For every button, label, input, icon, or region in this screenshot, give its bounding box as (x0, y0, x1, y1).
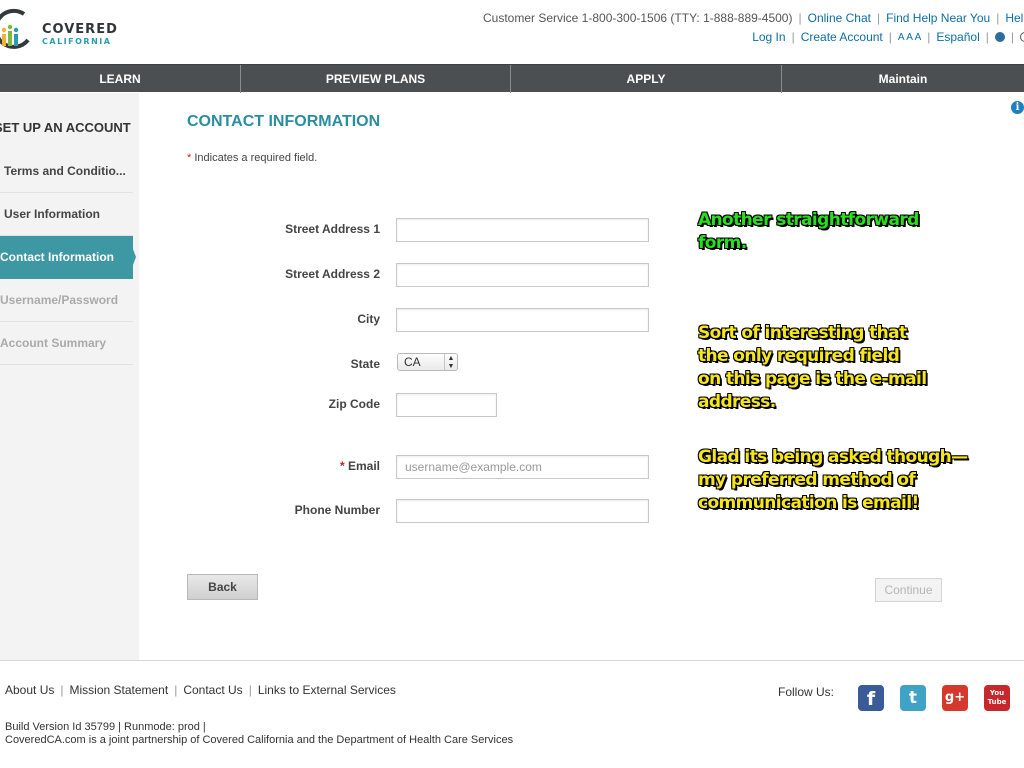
state-select-value: CA (404, 355, 421, 369)
back-button[interactable]: Back (187, 574, 258, 600)
active-step-arrow (128, 236, 136, 278)
street-address-1-input[interactable] (396, 218, 649, 242)
footer-link-about-us[interactable]: About Us (5, 683, 54, 697)
build-version-text: Build Version Id 35799 | Runmode: prod | (5, 721, 206, 733)
create-account-link[interactable]: Create Account (801, 30, 883, 44)
city-input[interactable] (396, 308, 649, 332)
logo-text-california: CALIFORNIA (42, 37, 112, 46)
zip-code-input[interactable] (396, 393, 497, 417)
print-icon[interactable] (1020, 32, 1024, 42)
utility-bar-bottom: Log In | Create Account | A A A | Español | | (752, 30, 1024, 44)
info-icon[interactable]: i (1011, 101, 1024, 114)
footer: About Us | Mission Statement | Contact Us | Li… (0, 660, 1024, 768)
email-label: * Email (180, 459, 380, 473)
sidebar-item-account-summary: Account Summary (0, 322, 133, 365)
email-label-text: Email (347, 459, 380, 473)
youtube-icon-line2: Tube (987, 698, 1007, 706)
twitter-icon[interactable]: t (900, 685, 926, 711)
follow-us-label: Follow Us: (778, 685, 835, 699)
sidebar-item-user-information[interactable]: User Information (0, 193, 133, 236)
partnership-text: CoveredCA.com is a joint partnership of … (5, 734, 514, 746)
footer-link-contact-us[interactable]: Contact Us (183, 683, 242, 697)
covered-california-logo[interactable]: COVERED CALIFORNIA (0, 6, 130, 56)
logo-text-covered: COVERED (42, 22, 118, 37)
globe-icon[interactable] (994, 32, 1005, 42)
log-in-link[interactable]: Log In (752, 30, 785, 44)
footer-link-external-services[interactable]: Links to External Services (258, 683, 396, 697)
online-chat-link[interactable]: Online Chat (808, 11, 871, 25)
google-plus-icon[interactable]: g+ (942, 685, 968, 711)
phone-number-input[interactable] (396, 499, 649, 523)
facebook-icon[interactable]: f (858, 685, 884, 711)
required-star: * (187, 152, 192, 164)
phone-number-label: Phone Number (294, 503, 380, 517)
annotation-note-3: Glad its being asked though— my preferre… (698, 447, 969, 514)
footer-link-mission-statement[interactable]: Mission Statement (69, 683, 168, 697)
utility-bar-top: Customer Service 1-800-300-1506 (TTY: 1-… (483, 11, 1024, 25)
customer-service-text: Customer Service 1-800-300-1506 (TTY: 1-… (482, 11, 793, 25)
required-field-note: * Indicates a required field. (187, 152, 317, 164)
email-input[interactable] (396, 455, 649, 479)
text-size-control[interactable]: A A A (898, 32, 921, 43)
street-address-2-input[interactable] (396, 263, 649, 287)
annotation-note-1: Another straightforward form. (698, 210, 920, 254)
nav-preview-plans[interactable]: PREVIEW PLANS (241, 65, 511, 93)
nav-apply[interactable]: APPLY (511, 65, 782, 93)
nav-learn[interactable]: LEARN (0, 65, 241, 93)
youtube-icon-line1: You (989, 689, 1005, 697)
email-required-star: * (339, 459, 345, 473)
sidebar: SET UP AN ACCOUNT Terms and Conditio... … (0, 93, 139, 660)
street-address-1-label: Street Address 1 (285, 222, 380, 236)
state-select[interactable]: CA ▲ ▼ (397, 353, 458, 371)
logo-mark-icon (0, 8, 30, 49)
select-arrows-icon: ▲ ▼ (444, 354, 457, 370)
street-address-2-label: Street Address 2 (285, 267, 380, 281)
find-help-link[interactable]: Find Help Near You (886, 11, 990, 25)
sidebar-item-terms[interactable]: Terms and Conditio... (0, 150, 133, 193)
page-title: CONTACT INFORMATION (187, 113, 381, 130)
required-note-text: Indicates a required field. (194, 152, 318, 164)
main-nav: LEARN PREVIEW PLANS APPLY Maintain (0, 64, 1024, 93)
nav-maintain[interactable]: Maintain (782, 65, 1024, 93)
footer-links: About Us | Mission Statement | Contact Us | Li… (5, 683, 396, 697)
youtube-icon[interactable]: You Tube (984, 685, 1010, 711)
continue-button: Continue (875, 578, 942, 602)
help-link[interactable]: Help (1005, 11, 1024, 25)
build-info: Build Version Id 35799 | Runmode: prod |… (5, 721, 513, 747)
sidebar-item-contact-information[interactable]: Contact Information (0, 236, 133, 279)
city-label: City (357, 312, 380, 326)
zip-code-label: Zip Code (328, 397, 380, 411)
sidebar-item-username-password: Username/Password (0, 279, 133, 322)
espanol-link[interactable]: Español (936, 30, 979, 44)
sidebar-title: SET UP AN ACCOUNT (0, 120, 131, 135)
state-label: State (350, 357, 380, 371)
annotation-note-2: Sort of interesting that the only requir… (698, 323, 928, 413)
